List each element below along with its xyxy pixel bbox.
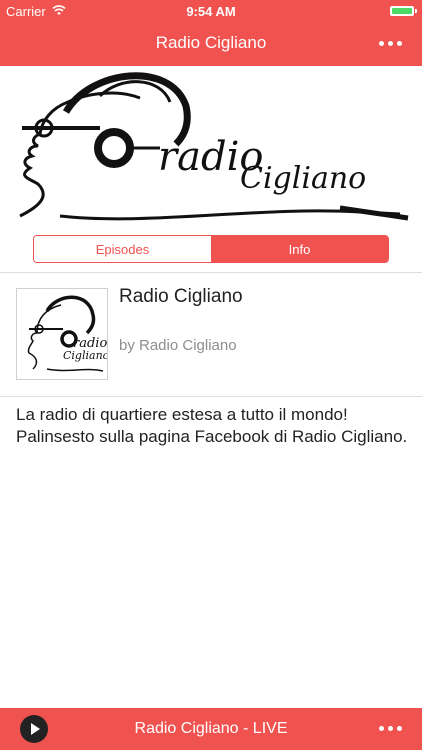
navigation-bar: Radio Cigliano: [0, 22, 422, 66]
battery-icon: [390, 6, 417, 16]
logo-text-cigliano: Cigliano: [240, 161, 366, 196]
tab-episodes[interactable]: Episodes: [34, 236, 211, 262]
podcast-thumbnail: radio Cigliano: [16, 288, 110, 380]
status-time: 9:54 AM: [186, 4, 236, 19]
radio-logo-image: radio Cigliano: [19, 72, 409, 221]
thumb-text-cigliano: Cigliano: [63, 349, 107, 362]
divider: [0, 396, 422, 397]
podcast-title: Radio Cigliano: [119, 286, 243, 307]
page-title: Radio Cigliano: [155, 33, 267, 52]
more-dots-icon[interactable]: [379, 41, 402, 46]
player-bar: Radio Cigliano - LIVE: [0, 708, 422, 750]
more-dots-icon[interactable]: [379, 726, 402, 731]
segmented-control: Episodes Info: [33, 235, 389, 263]
divider: [0, 272, 422, 273]
banner-logo: radio Cigliano: [0, 66, 422, 230]
player-label[interactable]: Radio Cigliano - LIVE: [0, 720, 422, 738]
podcast-description: La radio di quartiere estesa a tutto il …: [16, 405, 408, 446]
top-bar: Carrier 9:54 AM Radio Cigliano: [0, 0, 422, 66]
podcast-author: by Radio Cigliano: [119, 337, 237, 354]
tab-info[interactable]: Info: [211, 236, 388, 262]
status-bar: Carrier 9:54 AM: [0, 0, 422, 22]
